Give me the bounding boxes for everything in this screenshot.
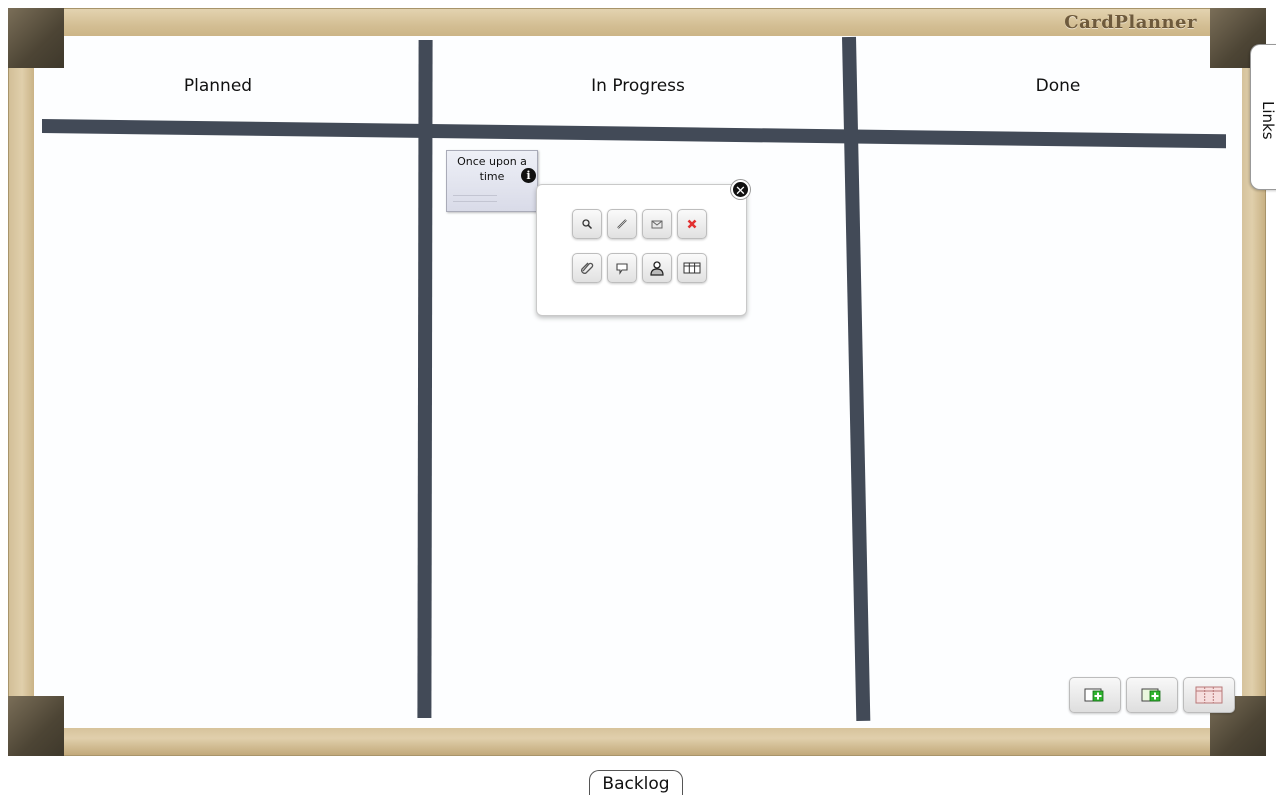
- zoom-button[interactable]: [572, 209, 602, 239]
- user-icon: [650, 261, 664, 276]
- links-tab-label: Links: [1259, 100, 1276, 140]
- columns-icon: [1195, 686, 1223, 704]
- add-card-button[interactable]: [1069, 677, 1121, 713]
- delete-button[interactable]: [677, 209, 707, 239]
- magnifier-icon: [582, 219, 593, 230]
- paperclip-icon: [581, 262, 594, 274]
- header-divider-line: [42, 119, 1226, 149]
- add-card-icon: [1141, 688, 1161, 702]
- links-tab[interactable]: Links: [1250, 44, 1276, 190]
- table-button[interactable]: [677, 253, 707, 283]
- story-card[interactable]: Once upon a time i: [446, 150, 538, 212]
- table-icon: [683, 262, 701, 274]
- backlog-tab[interactable]: Backlog: [589, 770, 683, 795]
- card-actions-popup: ✕: [536, 180, 750, 316]
- app-logo: CardPlanner: [1064, 12, 1197, 33]
- whiteboard[interactable]: Planned In Progress Done Once upon a tim…: [34, 36, 1242, 728]
- pencil-icon: [617, 219, 627, 229]
- column-divider-line: [417, 39, 433, 719]
- comment-button[interactable]: [607, 253, 637, 283]
- cardplanner-app: CardPlanner Planned In Progress Done Onc…: [0, 0, 1276, 795]
- edit-button[interactable]: [607, 209, 637, 239]
- column-title-in-progress: In Progress: [591, 76, 685, 96]
- email-button[interactable]: [642, 209, 672, 239]
- frame-corner: [8, 696, 64, 756]
- attach-button[interactable]: [572, 253, 602, 283]
- add-card-icon: [1084, 688, 1104, 702]
- info-icon[interactable]: i: [521, 168, 536, 183]
- assign-user-button[interactable]: [642, 253, 672, 283]
- columns-button[interactable]: [1183, 677, 1235, 713]
- card-title: Once upon a time: [457, 155, 527, 183]
- add-card-alt-button[interactable]: [1126, 677, 1178, 713]
- column-title-done: Done: [1035, 76, 1081, 96]
- close-icon[interactable]: ✕: [731, 180, 750, 199]
- frame-corner: [8, 8, 64, 68]
- speech-bubble-icon: [616, 263, 628, 275]
- column-title-planned: Planned: [183, 76, 253, 96]
- red-x-icon: [687, 219, 697, 229]
- envelope-icon: [651, 220, 663, 229]
